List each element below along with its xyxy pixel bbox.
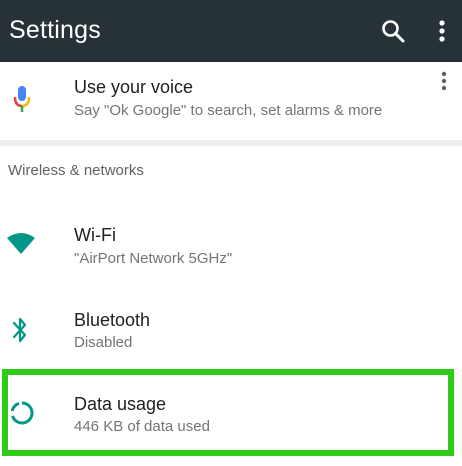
more-vert-icon[interactable] bbox=[436, 70, 452, 94]
google-mic-icon bbox=[13, 86, 31, 112]
voice-card-subtitle: Say "Ok Google" to search, set alarms & … bbox=[74, 102, 383, 119]
section-header: Wireless & networks bbox=[8, 162, 144, 179]
wifi-icon bbox=[7, 233, 35, 254]
settings-item-bluetooth[interactable]: Bluetooth Disabled bbox=[0, 290, 462, 368]
section-divider bbox=[0, 140, 462, 146]
more-vert-icon[interactable] bbox=[432, 18, 452, 44]
search-icon[interactable] bbox=[380, 18, 406, 44]
highlight-box bbox=[2, 369, 454, 456]
settings-item-wifi[interactable]: Wi-Fi "AirPort Network 5GHz" bbox=[0, 205, 462, 283]
app-bar: Settings bbox=[0, 0, 462, 62]
voice-card-title: Use your voice bbox=[74, 77, 194, 97]
item-title: Wi-Fi bbox=[74, 225, 116, 245]
item-subtitle: Disabled bbox=[74, 334, 133, 351]
item-title: Bluetooth bbox=[74, 310, 151, 330]
app-bar-title: Settings bbox=[9, 16, 101, 44]
voice-card[interactable]: Use your voice Say "Ok Google" to search… bbox=[0, 62, 462, 140]
bluetooth-icon bbox=[12, 317, 27, 343]
item-subtitle: "AirPort Network 5GHz" bbox=[74, 250, 233, 267]
